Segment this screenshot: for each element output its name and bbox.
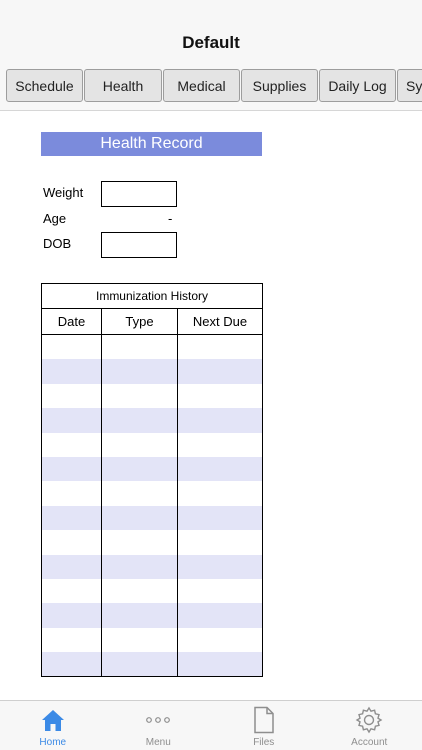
next-due-cell[interactable] bbox=[178, 384, 262, 408]
date-cell[interactable] bbox=[42, 603, 102, 628]
type-cell[interactable] bbox=[102, 432, 178, 457]
date-cell[interactable] bbox=[42, 335, 102, 360]
table-row bbox=[42, 578, 262, 604]
tab-partial[interactable]: Sy bbox=[397, 69, 422, 102]
home-icon bbox=[40, 705, 66, 735]
date-cell[interactable] bbox=[42, 432, 102, 457]
next-due-cell[interactable] bbox=[178, 555, 262, 579]
type-cell[interactable] bbox=[102, 554, 178, 579]
next-due-cell[interactable] bbox=[178, 433, 262, 457]
next-due-cell[interactable] bbox=[178, 335, 262, 359]
tabbar-label-menu: Menu bbox=[145, 737, 171, 748]
table-row bbox=[42, 554, 262, 579]
tabbar-label-home: Home bbox=[39, 737, 67, 748]
immunization-title: Immunization History bbox=[42, 284, 262, 309]
table-row bbox=[42, 383, 262, 409]
date-cell[interactable] bbox=[42, 627, 102, 653]
table-row bbox=[42, 335, 262, 360]
date-cell[interactable] bbox=[42, 578, 102, 604]
bottom-tab-bar: Home Menu Files Account bbox=[0, 700, 422, 750]
more-dots-icon bbox=[145, 705, 171, 735]
date-cell[interactable] bbox=[42, 456, 102, 482]
type-cell[interactable] bbox=[102, 652, 178, 677]
immunization-header-row: Date Type Next Due bbox=[42, 309, 262, 335]
type-cell[interactable] bbox=[102, 383, 178, 409]
tabbar-label-files: Files bbox=[253, 737, 275, 748]
table-row bbox=[42, 359, 262, 384]
table-row bbox=[42, 432, 262, 457]
column-header-type: Type bbox=[102, 309, 178, 334]
column-header-date: Date bbox=[42, 309, 102, 334]
type-cell[interactable] bbox=[102, 603, 178, 628]
date-cell[interactable] bbox=[42, 481, 102, 506]
tab-schedule[interactable]: Schedule bbox=[6, 69, 83, 102]
date-cell[interactable] bbox=[42, 554, 102, 579]
date-cell[interactable] bbox=[42, 652, 102, 677]
next-due-cell[interactable] bbox=[178, 457, 262, 481]
table-row bbox=[42, 456, 262, 482]
column-header-next-due: Next Due bbox=[192, 314, 248, 329]
date-cell[interactable] bbox=[42, 383, 102, 409]
table-row bbox=[42, 652, 262, 677]
next-due-cell[interactable] bbox=[178, 359, 262, 383]
table-row bbox=[42, 481, 262, 506]
type-cell[interactable] bbox=[102, 530, 178, 555]
segment-tab-strip: Schedule Health Medical Supplies Daily L… bbox=[0, 64, 422, 111]
tab-health[interactable]: Health bbox=[84, 69, 162, 102]
table-row bbox=[42, 505, 262, 531]
table-row bbox=[42, 408, 262, 433]
type-cell[interactable] bbox=[102, 481, 178, 506]
type-cell[interactable] bbox=[102, 505, 178, 531]
tabbar-label-account: Account bbox=[351, 737, 388, 748]
next-due-cell[interactable] bbox=[178, 506, 262, 530]
date-cell[interactable] bbox=[42, 359, 102, 384]
next-due-cell[interactable] bbox=[178, 603, 262, 627]
next-due-cell[interactable] bbox=[178, 652, 262, 676]
tab-medical[interactable]: Medical bbox=[163, 69, 240, 102]
weight-label: Weight bbox=[43, 185, 84, 200]
date-cell[interactable] bbox=[42, 505, 102, 531]
navigation-bar: Default bbox=[0, 0, 422, 64]
file-icon bbox=[253, 705, 275, 735]
tab-supplies[interactable]: Supplies bbox=[241, 69, 318, 102]
weight-field[interactable] bbox=[101, 181, 177, 207]
health-record-header: Health Record bbox=[41, 132, 262, 156]
type-cell[interactable] bbox=[102, 578, 178, 604]
type-cell[interactable] bbox=[102, 335, 178, 360]
next-due-cell[interactable] bbox=[178, 408, 262, 432]
table-row bbox=[42, 603, 262, 628]
dob-label: DOB bbox=[43, 236, 72, 251]
type-cell[interactable] bbox=[102, 456, 178, 482]
page-title: Default bbox=[182, 33, 240, 52]
immunization-body bbox=[42, 335, 262, 677]
gear-icon bbox=[355, 705, 383, 735]
table-row bbox=[42, 530, 262, 555]
next-due-cell[interactable] bbox=[178, 628, 262, 652]
type-cell[interactable] bbox=[102, 408, 178, 433]
tabbar-item-account[interactable]: Account bbox=[317, 701, 422, 750]
age-label: Age bbox=[43, 211, 67, 226]
next-due-cell[interactable] bbox=[178, 481, 262, 505]
date-cell[interactable] bbox=[42, 530, 102, 555]
age-value: - bbox=[168, 211, 173, 226]
next-due-cell[interactable] bbox=[178, 530, 262, 554]
dob-field[interactable] bbox=[101, 232, 177, 258]
date-cell[interactable] bbox=[42, 408, 102, 433]
table-row bbox=[42, 627, 262, 653]
type-cell[interactable] bbox=[102, 627, 178, 653]
tabbar-item-files[interactable]: Files bbox=[211, 701, 317, 750]
type-cell[interactable] bbox=[102, 359, 178, 384]
next-due-cell[interactable] bbox=[178, 579, 262, 603]
immunization-table: Immunization History Date Type Next Due bbox=[41, 283, 263, 677]
tabbar-item-home[interactable]: Home bbox=[0, 701, 106, 750]
tabbar-item-menu[interactable]: Menu bbox=[106, 701, 212, 750]
tab-daily-log[interactable]: Daily Log bbox=[319, 69, 396, 102]
